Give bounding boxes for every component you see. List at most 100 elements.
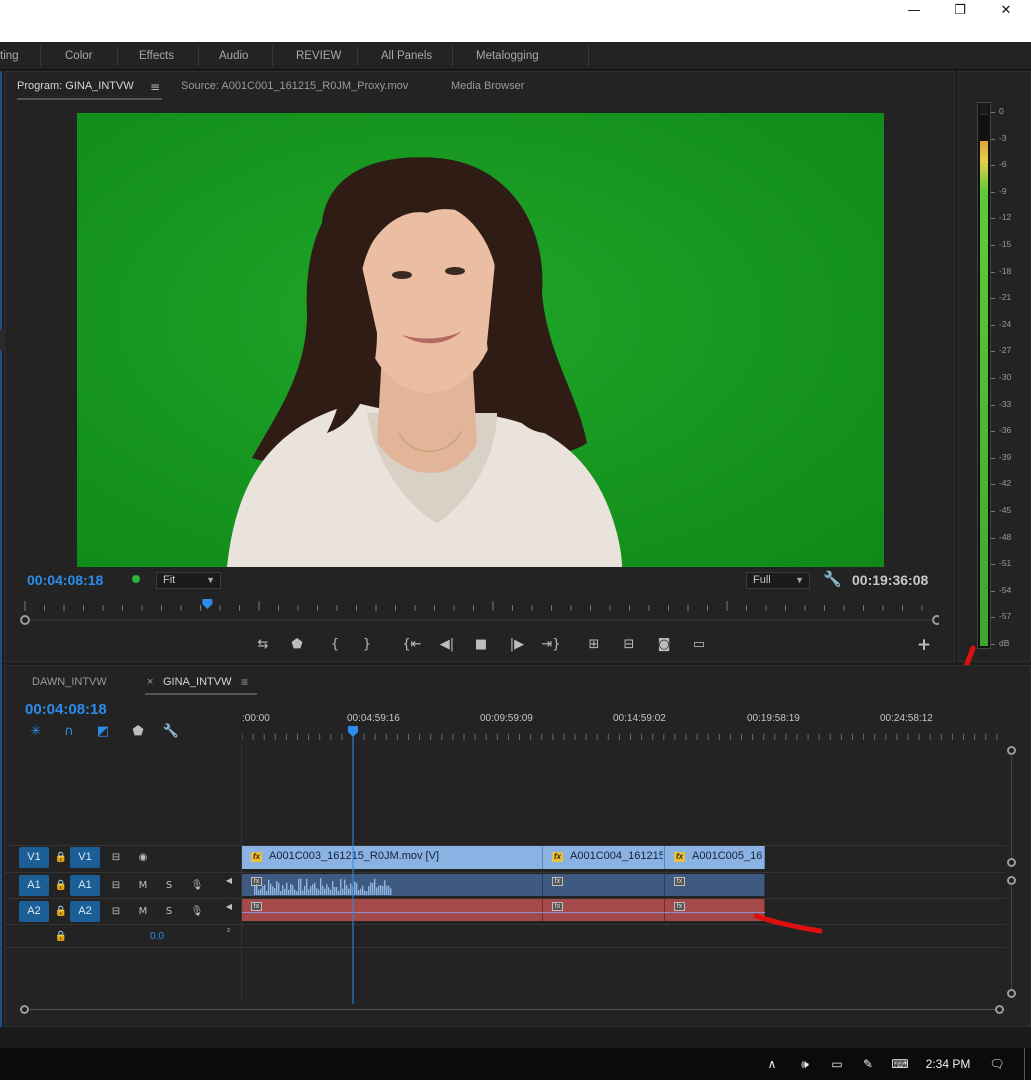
source-patch-a2[interactable]: A2 bbox=[19, 901, 49, 922]
mark-out-icon[interactable]: } bbox=[355, 634, 379, 656]
video-clip[interactable]: fx A001C003_161215_R0JM.mov [V] bbox=[242, 846, 543, 869]
workspace-tab-review[interactable]: REVIEW bbox=[296, 42, 341, 70]
workspace-tab-editing[interactable]: ting bbox=[0, 42, 19, 70]
restore-button[interactable]: ❐ bbox=[937, 0, 983, 24]
horizontal-scroll-knob[interactable] bbox=[995, 1005, 1004, 1014]
resolution-dropdown[interactable]: Full ▼ bbox=[746, 572, 810, 589]
horizontal-scrollbar[interactable] bbox=[30, 1009, 996, 1010]
lock-icon[interactable]: 🔒 bbox=[54, 930, 68, 944]
button-editor-icon[interactable]: ⇆ bbox=[251, 634, 275, 656]
workspace-tab-audio[interactable]: Audio bbox=[219, 42, 248, 70]
extract-icon[interactable]: ⊟ bbox=[617, 634, 641, 656]
zoom-dropdown[interactable]: Fit ▼ bbox=[156, 572, 221, 589]
notifications-icon[interactable]: 🗨 bbox=[984, 1048, 1010, 1080]
audio-clip[interactable]: fx bbox=[543, 899, 665, 921]
export-frame-camera-icon[interactable]: ◙ bbox=[652, 634, 676, 656]
solo-button[interactable]: S bbox=[162, 879, 176, 893]
close-button[interactable]: ✕ bbox=[983, 0, 1029, 24]
source-patch-v1[interactable]: V1 bbox=[19, 847, 49, 868]
workspace-tab-all-panels[interactable]: All Panels bbox=[381, 42, 432, 70]
mute-button[interactable]: M bbox=[136, 879, 150, 893]
lock-icon[interactable]: 🔒 bbox=[54, 851, 68, 865]
sync-lock-icon[interactable]: ⊟ bbox=[109, 851, 123, 865]
linked-selection-icon[interactable]: ◩ bbox=[92, 722, 114, 742]
lock-icon[interactable]: 🔒 bbox=[54, 905, 68, 919]
vertical-scrollbar[interactable] bbox=[1011, 886, 1012, 989]
program-timecode[interactable]: 00:04:08:18 bbox=[27, 572, 103, 588]
clock[interactable]: 2:34 PM bbox=[920, 1048, 976, 1080]
safe-margins-icon[interactable]: ▭ bbox=[687, 634, 711, 656]
peak-indicator[interactable] bbox=[980, 103, 988, 115]
step-forward-icon[interactable]: |▶ bbox=[505, 634, 529, 656]
db-tick bbox=[991, 537, 995, 539]
volume-line[interactable] bbox=[242, 912, 543, 913]
insert-nest-icon[interactable]: ✳ bbox=[25, 722, 47, 742]
source-patch-a1[interactable]: A1 bbox=[19, 875, 49, 896]
wrench-icon[interactable]: 🔧 bbox=[823, 570, 842, 588]
tab-media-browser[interactable]: Media Browser bbox=[451, 80, 524, 92]
track-target-v1[interactable]: V1 bbox=[70, 847, 100, 868]
chevron-up-icon[interactable]: ∧ bbox=[762, 1048, 782, 1080]
workspace-tab-metalogging[interactable]: Metalogging bbox=[476, 42, 539, 70]
timeline-timecode[interactable]: 00:04:08:18 bbox=[25, 701, 107, 718]
add-button[interactable]: + bbox=[912, 634, 936, 656]
audio-clip[interactable]: fx bbox=[242, 874, 543, 896]
eye-icon[interactable]: ◉ bbox=[136, 851, 150, 865]
stop-icon[interactable]: ■ bbox=[469, 634, 493, 656]
tab-dawn-intvw[interactable]: DAWN_INTVW bbox=[32, 676, 107, 688]
settings-wrench-icon[interactable]: 🔧 bbox=[160, 722, 182, 742]
network-icon[interactable]: ▭ bbox=[826, 1048, 848, 1080]
waveform-bar bbox=[376, 887, 378, 895]
video-clip[interactable]: fx A001C004_161215 bbox=[543, 846, 665, 869]
track-collapse-icon[interactable]: ◀ bbox=[222, 900, 236, 914]
tab-gina-intvw[interactable]: GINA_INTVW bbox=[163, 676, 231, 688]
mark-in-icon[interactable]: { bbox=[323, 634, 347, 656]
vertical-scroll-knob[interactable] bbox=[1007, 858, 1016, 867]
waveform-bar bbox=[364, 890, 366, 895]
workspace-tab-color[interactable]: Color bbox=[65, 42, 92, 70]
go-to-out-icon[interactable]: ⇥} bbox=[539, 634, 563, 656]
lift-icon[interactable]: ⊞ bbox=[582, 634, 606, 656]
go-to-in-icon[interactable]: {⇤ bbox=[400, 634, 424, 656]
tab-source[interactable]: Source: A001C001_161215_R0JM_Proxy.mov bbox=[181, 80, 408, 92]
timeline-playhead[interactable] bbox=[347, 726, 359, 1004]
vertical-scrollbar[interactable] bbox=[1011, 756, 1012, 859]
audio-clip[interactable]: fx bbox=[665, 874, 765, 896]
program-time-ruler[interactable] bbox=[17, 599, 939, 629]
vertical-scroll-knob[interactable] bbox=[1007, 876, 1016, 885]
panel-menu-icon[interactable]: ≡ bbox=[241, 675, 248, 689]
lock-icon[interactable]: 🔒 bbox=[54, 879, 68, 893]
microphone-icon[interactable]: 🎙 bbox=[190, 879, 204, 893]
sync-lock-icon[interactable]: ⊟ bbox=[109, 879, 123, 893]
vertical-scroll-knob[interactable] bbox=[1007, 746, 1016, 755]
show-desktop-button[interactable] bbox=[1024, 1048, 1025, 1080]
close-tab-icon[interactable]: × bbox=[147, 676, 153, 688]
audio-clip[interactable]: fx bbox=[543, 874, 665, 896]
track-collapse-icon[interactable]: ◀ bbox=[222, 874, 236, 888]
video-frame[interactable] bbox=[77, 113, 884, 567]
volume-line[interactable] bbox=[543, 912, 665, 913]
keyboard-icon[interactable]: ⌨ bbox=[886, 1048, 914, 1080]
microphone-icon[interactable]: 🎙 bbox=[190, 905, 204, 919]
snap-magnet-icon[interactable]: ∩ bbox=[58, 722, 80, 742]
track-target-a1[interactable]: A1 bbox=[70, 875, 100, 896]
master-volume-value[interactable]: 0.0 bbox=[150, 931, 164, 942]
fx-badge-icon: fx bbox=[251, 852, 262, 862]
step-back-icon[interactable]: ◀| bbox=[435, 634, 459, 656]
minimize-button[interactable]: — bbox=[891, 0, 937, 24]
pen-icon[interactable]: ✎ bbox=[857, 1048, 879, 1080]
panel-menu-icon[interactable]: ≡ bbox=[150, 80, 160, 94]
sync-lock-icon[interactable]: ⊟ bbox=[109, 905, 123, 919]
add-marker-icon[interactable]: ⬟ bbox=[285, 634, 309, 656]
tab-program[interactable]: Program: GINA_INTVW bbox=[17, 80, 134, 92]
video-clip[interactable]: fx A001C005_161 bbox=[665, 846, 765, 869]
workspace-tab-effects[interactable]: Effects bbox=[139, 42, 174, 70]
audio-clip[interactable]: fx bbox=[242, 899, 543, 921]
vertical-scroll-knob[interactable] bbox=[1007, 989, 1016, 998]
volume-icon[interactable]: 🕪 bbox=[793, 1048, 817, 1080]
track-target-a2[interactable]: A2 bbox=[70, 901, 100, 922]
horizontal-scroll-knob[interactable] bbox=[20, 1005, 29, 1014]
mute-button[interactable]: M bbox=[136, 905, 150, 919]
solo-button[interactable]: S bbox=[162, 905, 176, 919]
add-marker-icon[interactable]: ⬟ bbox=[127, 722, 149, 742]
